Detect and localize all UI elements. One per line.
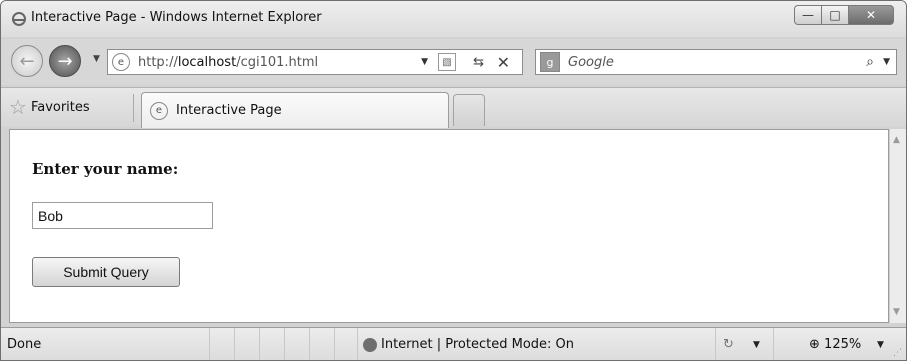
search-box[interactable]: g Google ⌕ ▼ bbox=[535, 49, 897, 75]
address-dropdown-icon[interactable]: ▼ bbox=[421, 57, 428, 67]
compatibility-view-icon[interactable]: ▧ bbox=[438, 53, 456, 71]
vertical-scrollbar[interactable]: ▲ ▼ bbox=[889, 129, 906, 323]
url-prefix: http:// bbox=[138, 54, 178, 70]
page-icon: e bbox=[112, 53, 130, 71]
star-icon: ☆ bbox=[9, 95, 27, 119]
new-tab-button[interactable] bbox=[453, 94, 485, 126]
scroll-down-icon[interactable]: ▼ bbox=[893, 307, 900, 317]
window-title: Interactive Page - Windows Internet Expl… bbox=[31, 10, 322, 25]
favorites-button[interactable]: ☆ Favorites bbox=[9, 94, 90, 120]
status-bar: Done Internet | Protected Mode: On ↻ ▼ ⊕… bbox=[1, 327, 906, 360]
window-controls: — □ ✕ bbox=[794, 5, 894, 25]
zoom-icon: ⊕ bbox=[809, 337, 820, 352]
tab-label: Interactive Page bbox=[176, 103, 282, 118]
security-zone-label: Internet | Protected Mode: On bbox=[381, 337, 575, 352]
recent-pages-dropdown-icon[interactable]: ▼ bbox=[93, 54, 100, 64]
security-zone[interactable]: Internet | Protected Mode: On bbox=[363, 337, 574, 352]
navigation-bar: ← → ▼ e http://localhost/cgi101.html ▼ ▧… bbox=[1, 39, 906, 85]
divider bbox=[715, 328, 716, 360]
page-heading: Enter your name: bbox=[32, 160, 179, 178]
refresh-icon[interactable]: ⇆ bbox=[473, 55, 484, 70]
status-panels bbox=[209, 328, 359, 360]
favorites-label: Favorites bbox=[30, 99, 90, 115]
maximize-button[interactable]: □ bbox=[821, 5, 849, 25]
back-button[interactable]: ← bbox=[11, 45, 43, 77]
resize-grip-icon[interactable]: ⋰ bbox=[893, 348, 902, 358]
status-text: Done bbox=[7, 337, 42, 352]
search-input[interactable]: Google bbox=[568, 55, 614, 70]
divider bbox=[133, 94, 134, 122]
zoom-dropdown-icon[interactable]: ▼ bbox=[877, 340, 884, 350]
page-content: Enter your name: Submit Query bbox=[9, 129, 889, 323]
globe-icon bbox=[363, 337, 377, 352]
stop-icon[interactable]: ✕ bbox=[497, 53, 510, 72]
forward-button[interactable]: → bbox=[49, 45, 81, 77]
page-icon: e bbox=[150, 101, 168, 120]
scroll-up-icon[interactable]: ▲ bbox=[893, 135, 900, 145]
submit-button[interactable]: Submit Query bbox=[32, 257, 180, 287]
address-url[interactable]: http://localhost/cgi101.html bbox=[138, 55, 318, 70]
address-bar[interactable]: e http://localhost/cgi101.html ▼ ▧ ⇆ ✕ bbox=[107, 49, 523, 75]
url-path: /cgi101.html bbox=[236, 54, 319, 70]
protected-mode-dropdown-icon[interactable]: ▼ bbox=[753, 340, 760, 350]
ie-logo-icon bbox=[11, 11, 27, 27]
zoom-level[interactable]: ⊕ 125% bbox=[809, 337, 861, 352]
title-bar: Interactive Page - Windows Internet Expl… bbox=[1, 1, 906, 37]
minimize-button[interactable]: — bbox=[794, 5, 822, 25]
tab-interactive-page[interactable]: e Interactive Page bbox=[141, 92, 449, 128]
zoom-value: 125% bbox=[824, 337, 862, 352]
favorites-bar: ☆ Favorites e Interactive Page bbox=[1, 87, 906, 128]
protected-mode-icon[interactable]: ↻ bbox=[723, 337, 734, 352]
close-button[interactable]: ✕ bbox=[848, 5, 894, 25]
divider bbox=[773, 328, 774, 360]
browser-window: Interactive Page - Windows Internet Expl… bbox=[0, 0, 907, 361]
url-host: localhost bbox=[177, 54, 237, 70]
name-input[interactable] bbox=[32, 202, 213, 229]
search-icon[interactable]: ⌕ bbox=[866, 54, 874, 70]
search-provider-icon: g bbox=[540, 52, 560, 72]
divider bbox=[357, 328, 358, 360]
search-options-dropdown-icon[interactable]: ▼ bbox=[883, 57, 890, 67]
